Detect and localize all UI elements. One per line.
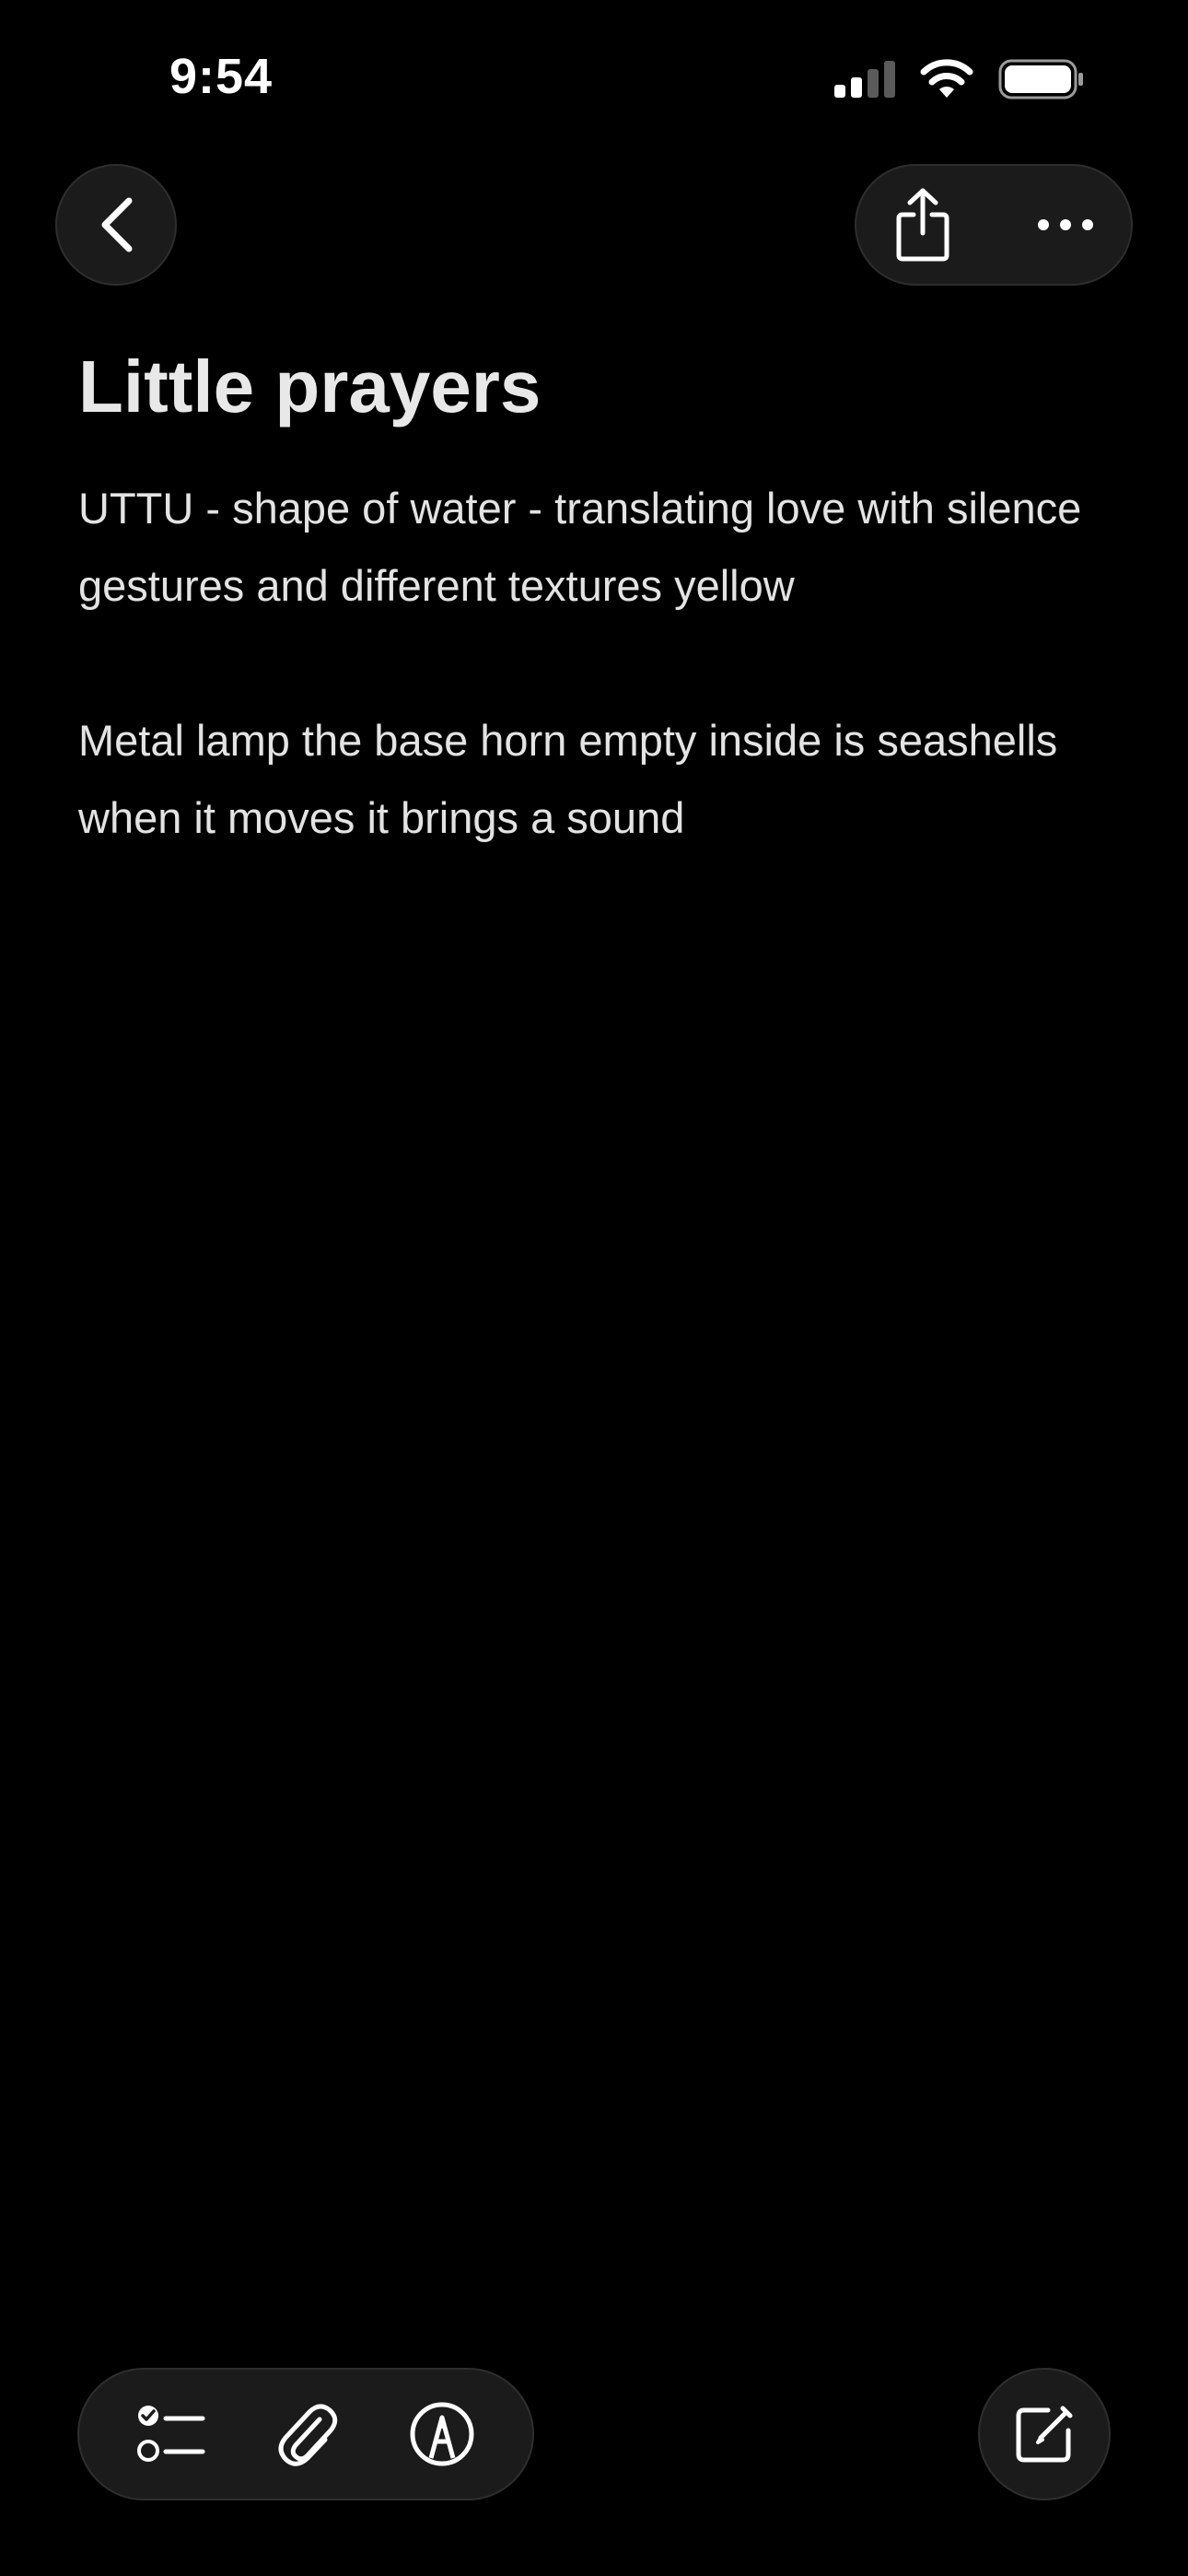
status-icons — [834, 57, 1085, 101]
back-button[interactable] — [55, 164, 177, 286]
bottom-toolbar — [77, 2368, 534, 2500]
battery-icon — [998, 59, 1085, 100]
paperclip-icon[interactable] — [277, 2399, 338, 2469]
note-paragraph[interactable]: Metal lamp the base horn empty inside is… — [78, 702, 1110, 857]
ellipsis-icon[interactable] — [1037, 218, 1094, 231]
share-icon[interactable] — [893, 187, 952, 263]
markup-pen-icon[interactable] — [409, 2401, 475, 2467]
compose-button[interactable] — [978, 2368, 1111, 2500]
note-paragraph[interactable]: UTTU - shape of water - translating love… — [78, 470, 1110, 625]
status-time: 9:54 — [169, 49, 274, 104]
cellular-signal-icon — [834, 61, 895, 98]
note-actions-group — [855, 164, 1133, 286]
status-bar: 9:54 — [0, 0, 1188, 147]
note-body[interactable]: Little prayers UTTU - shape of water - t… — [78, 332, 1110, 934]
chevron-left-icon — [96, 195, 136, 254]
checklist-icon[interactable] — [136, 2404, 206, 2465]
wifi-icon — [919, 59, 974, 100]
compose-icon — [1013, 2403, 1076, 2465]
note-title[interactable]: Little prayers — [78, 332, 1110, 442]
